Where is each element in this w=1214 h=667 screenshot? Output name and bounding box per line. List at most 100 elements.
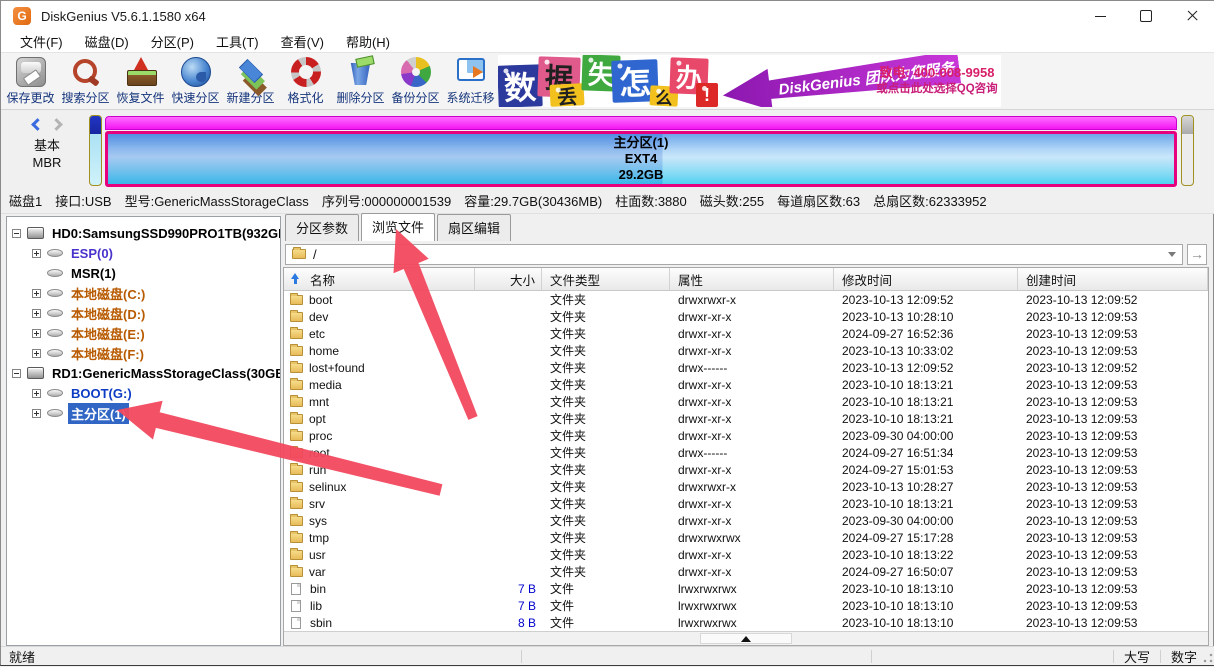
table-row[interactable]: bin 7 B 文件 lrwxrwxrwx 2023-10-10 18:13:1… — [284, 580, 1208, 597]
header-mtime[interactable]: 修改时间 — [834, 268, 1018, 290]
table-row[interactable]: media 文件夹 drwxr-xr-x 2023-10-10 18:13:21… — [284, 376, 1208, 393]
table-row[interactable]: etc 文件夹 drwxr-xr-x 2024-09-27 16:52:36 2… — [284, 325, 1208, 342]
menu-item[interactable]: 工具(T) — [205, 30, 270, 53]
table-row[interactable]: root 文件夹 drwx------ 2024-09-27 16:51:34 … — [284, 444, 1208, 461]
table-row[interactable]: sys 文件夹 drwxr-xr-x 2023-09-30 04:00:00 2… — [284, 512, 1208, 529]
menu-item[interactable]: 磁盘(D) — [74, 30, 140, 53]
header-name[interactable]: 名称 — [284, 268, 475, 290]
menu-item[interactable]: 文件(F) — [9, 30, 74, 53]
tree-item[interactable]: MSR(1) — [7, 263, 280, 283]
file-ctime: 2023-10-13 12:09:53 — [1026, 616, 1137, 630]
expander-icon[interactable] — [32, 409, 41, 418]
tree-item[interactable]: 本地磁盘(E:) — [7, 323, 280, 343]
toolbar-button[interactable]: 格式化 — [278, 56, 333, 106]
disk-info-item: 磁头数:255 — [700, 191, 764, 210]
table-row[interactable]: boot 文件夹 drwxrwxr-x 2023-10-13 12:09:52 … — [284, 291, 1208, 308]
table-row[interactable]: opt 文件夹 drwxr-xr-x 2023-10-10 18:13:21 2… — [284, 410, 1208, 427]
file-type-icon — [290, 499, 303, 509]
tree-item[interactable]: 本地磁盘(F:) — [7, 343, 280, 363]
table-row[interactable]: lib 7 B 文件 lrwxrwxrwx 2023-10-10 18:13:1… — [284, 597, 1208, 614]
table-row[interactable]: lost+found 文件夹 drwx------ 2023-10-13 12:… — [284, 359, 1208, 376]
table-row[interactable]: var 文件夹 drwxr-xr-x 2024-09-27 16:50:07 2… — [284, 563, 1208, 580]
promo-banner[interactable]: 数据丢失怎么办! DiskGenius 团队为您服务 致电: 400-008-9… — [498, 55, 1001, 107]
table-row[interactable]: dev 文件夹 drwxr-xr-x 2023-10-13 10:28:10 2… — [284, 308, 1208, 325]
file-type: 文件夹 — [550, 412, 586, 426]
expander-icon[interactable] — [32, 289, 41, 298]
minimize-button[interactable] — [1077, 1, 1123, 31]
expander-icon[interactable] — [32, 349, 41, 358]
tree-item[interactable]: 主分区(1) — [7, 403, 280, 423]
file-type-icon — [291, 617, 301, 629]
maximize-button[interactable] — [1123, 1, 1169, 31]
expander-icon[interactable] — [32, 249, 41, 258]
tree-item[interactable]: ESP(0) — [7, 243, 280, 263]
toolbar-icon — [71, 57, 101, 87]
next-disk-icon[interactable] — [50, 118, 63, 131]
tree-item[interactable]: 本地磁盘(D:) — [7, 303, 280, 323]
header-size[interactable]: 大小 — [475, 268, 542, 290]
file-name: sbin — [310, 616, 332, 630]
sort-ascending-icon — [290, 273, 300, 285]
expander-icon[interactable] — [32, 309, 41, 318]
tree-item[interactable]: RD1:GenericMassStorageClass(30GB) — [7, 363, 280, 383]
tab[interactable]: 浏览文件 — [361, 213, 435, 241]
file-name: sys — [309, 514, 327, 528]
table-row[interactable]: run 文件夹 drwxr-xr-x 2024-09-27 15:01:53 2… — [284, 461, 1208, 478]
disk-info-bar: 磁盘1接口:USB型号:GenericMassStorageClass序列号:0… — [1, 188, 1214, 214]
expander-icon[interactable] — [32, 329, 41, 338]
tree-item[interactable]: BOOT(G:) — [7, 383, 280, 403]
toolbar-button[interactable]: 删除分区 — [333, 56, 388, 106]
disk-info-item: 磁盘1 — [9, 191, 42, 210]
file-mtime: 2024-09-27 15:01:53 — [842, 463, 953, 477]
toolbar-button[interactable]: 恢复文件 — [113, 56, 168, 106]
table-row[interactable]: selinux 文件夹 drwxrwxr-x 2023-10-13 10:28:… — [284, 478, 1208, 495]
partition-name: 主分区(1) — [614, 135, 669, 151]
file-type: 文件夹 — [550, 293, 586, 307]
header-attr[interactable]: 属性 — [670, 268, 834, 290]
table-row[interactable]: proc 文件夹 drwxr-xr-x 2023-09-30 04:00:00 … — [284, 427, 1208, 444]
file-ctime: 2023-10-13 12:09:53 — [1026, 480, 1137, 494]
expander-icon[interactable] — [12, 229, 21, 238]
file-name: srv — [309, 497, 325, 511]
toolbar-button-label: 格式化 — [278, 89, 333, 106]
partition-block[interactable]: 主分区(1) EXT4 29.2GB — [105, 131, 1177, 187]
menu-item[interactable]: 查看(V) — [270, 30, 335, 53]
toolbar-button[interactable]: 快速分区 — [168, 56, 223, 106]
go-button[interactable]: → — [1187, 244, 1207, 265]
banner-qq-link[interactable]: 或点击此处选择QQ咨询 — [876, 81, 998, 97]
expander-icon[interactable] — [32, 389, 41, 398]
path-combobox[interactable]: / — [285, 244, 1183, 265]
file-ctime: 2023-10-13 12:09:52 — [1026, 361, 1137, 375]
resize-grip[interactable] — [1203, 653, 1213, 663]
table-row[interactable]: srv 文件夹 drwxr-xr-x 2023-10-10 18:13:21 2… — [284, 495, 1208, 512]
file-type: 文件 — [550, 599, 574, 613]
toolbar-button[interactable]: 新建分区 — [223, 56, 278, 106]
toolbar-button[interactable]: 搜索分区 — [58, 56, 113, 106]
tree-item[interactable]: HD0:SamsungSSD990PRO1TB(932GB) — [7, 223, 280, 243]
table-row[interactable]: usr 文件夹 drwxr-xr-x 2023-10-10 18:13:22 2… — [284, 546, 1208, 563]
tab[interactable]: 分区参数 — [285, 214, 359, 241]
table-row[interactable]: mnt 文件夹 drwxr-xr-x 2023-10-10 18:13:21 2… — [284, 393, 1208, 410]
banner-contact: 致电: 400-008-9958 或点击此处选择QQ咨询 — [876, 65, 998, 97]
scroll-up-button[interactable] — [700, 633, 792, 644]
header-ctime[interactable]: 创建时间 — [1018, 268, 1208, 290]
partition-size: 29.2GB — [619, 167, 664, 183]
file-mtime: 2023-10-13 12:09:52 — [842, 361, 953, 375]
expander-icon[interactable] — [12, 369, 21, 378]
menu-item[interactable]: 分区(P) — [140, 30, 205, 53]
header-type[interactable]: 文件类型 — [542, 268, 670, 290]
table-row[interactable]: sbin 8 B 文件 lrwxrwxrwx 2023-10-10 18:13:… — [284, 614, 1208, 631]
tree-item[interactable]: 本地磁盘(C:) — [7, 283, 280, 303]
toolbar-button[interactable]: 保存更改 — [3, 56, 58, 106]
toolbar-button[interactable]: 备份分区 — [388, 56, 443, 106]
tab[interactable]: 扇区编辑 — [437, 214, 511, 241]
table-row[interactable]: home 文件夹 drwxr-xr-x 2023-10-13 10:33:02 … — [284, 342, 1208, 359]
table-row[interactable]: tmp 文件夹 drwxrwxrwx 2024-09-27 15:17:28 2… — [284, 529, 1208, 546]
menu-item[interactable]: 帮助(H) — [335, 30, 401, 53]
disk-icon — [47, 329, 63, 337]
close-button[interactable] — [1169, 1, 1214, 31]
prev-disk-icon[interactable] — [31, 118, 44, 131]
toolbar-icon — [16, 57, 46, 87]
toolbar-button[interactable]: 系统迁移 — [443, 56, 498, 106]
chevron-down-icon[interactable] — [1168, 252, 1176, 257]
